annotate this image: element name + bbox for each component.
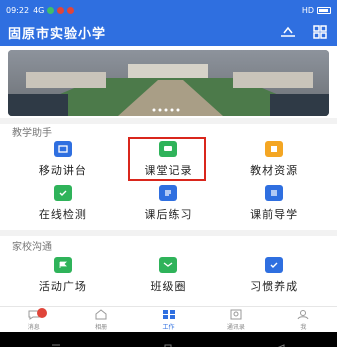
- profile-icon: [295, 309, 311, 321]
- flag-icon: [53, 256, 72, 273]
- title-bar: 固原市实验小学: [8, 22, 329, 42]
- nav-item-profile[interactable]: 我: [270, 307, 337, 332]
- nav-label: 通讯录: [226, 323, 245, 331]
- habit-icon: [265, 256, 284, 273]
- campus-photo: [8, 50, 329, 116]
- menu-icon[interactable]: [51, 336, 61, 347]
- tv-icon: [53, 140, 72, 157]
- app-notification-icon: [67, 6, 75, 14]
- book-icon: [265, 140, 284, 157]
- tile-textbook-resources[interactable]: 教材资源: [221, 137, 327, 181]
- campus-banner[interactable]: [8, 50, 329, 116]
- home-button-icon[interactable]: [163, 336, 173, 347]
- status-icons: 4G: [33, 5, 75, 15]
- home-icon: [93, 309, 109, 321]
- unread-badge: [37, 308, 47, 318]
- section-divider: [0, 230, 337, 236]
- system-nav-bar: [0, 332, 337, 347]
- tile-label: 习惯养成: [250, 279, 299, 293]
- home-school-grid: 活动广场 班级圈 习惯养成: [10, 253, 327, 297]
- signal-label: 4G: [33, 5, 45, 15]
- tile-online-test[interactable]: 在线检测: [10, 181, 116, 225]
- tile-habit-building[interactable]: 习惯养成: [221, 253, 327, 297]
- page-title: 固原市实验小学: [8, 26, 107, 42]
- app-header: 09:22 4G HD 固原市实验小学: [0, 0, 337, 46]
- nav-label: 我: [300, 323, 307, 331]
- check-icon: [53, 184, 72, 201]
- hd-label: HD: [301, 5, 314, 15]
- work-icon: [161, 309, 177, 321]
- nav-item-work[interactable]: 工作: [135, 307, 202, 332]
- nav-item-album[interactable]: 相册: [67, 307, 134, 332]
- tile-activity-square[interactable]: 活动广场: [10, 253, 116, 297]
- header-actions: [279, 23, 329, 41]
- edit-icon[interactable]: [279, 23, 297, 41]
- tile-homework[interactable]: 课后练习: [116, 181, 222, 225]
- nav-label: 工作: [162, 323, 175, 331]
- guide-icon: [265, 184, 284, 201]
- status-right: HD: [302, 6, 331, 15]
- contacts-icon: [228, 309, 244, 321]
- tile-label: 在线检测: [38, 207, 87, 221]
- status-time: 09:22: [6, 5, 30, 15]
- tile-label: 移动讲台: [38, 163, 87, 177]
- tile-label: 教材资源: [250, 163, 299, 177]
- bottom-nav: 消息 相册 工作 通讯录 我: [0, 306, 337, 332]
- battery-icon: [317, 6, 331, 14]
- tile-label: 班级圈: [150, 279, 187, 293]
- back-icon[interactable]: [276, 336, 286, 347]
- section-title-home-school: 家校沟通: [12, 242, 52, 253]
- nav-label: 相册: [95, 323, 108, 331]
- status-bar: 09:22 4G HD: [6, 3, 331, 17]
- tile-mobile-podium[interactable]: 移动讲台: [10, 137, 116, 181]
- app-notification-icon: [57, 6, 65, 14]
- app-notification-icon: [47, 6, 55, 14]
- nav-item-messages[interactable]: 消息: [0, 307, 67, 332]
- grid-menu-icon[interactable]: [311, 23, 329, 41]
- tile-label: 课前导学: [250, 207, 299, 221]
- tile-label: 课后练习: [144, 207, 193, 221]
- tile-class-circle[interactable]: 班级圈: [116, 253, 222, 297]
- tile-preview-guide[interactable]: 课前导学: [221, 181, 327, 225]
- doc-icon: [159, 184, 178, 201]
- nav-label: 消息: [27, 323, 40, 331]
- tile-label: 活动广场: [38, 279, 87, 293]
- circle-icon: [159, 256, 178, 273]
- nav-item-contacts[interactable]: 通讯录: [202, 307, 269, 332]
- selection-highlight: [128, 137, 206, 181]
